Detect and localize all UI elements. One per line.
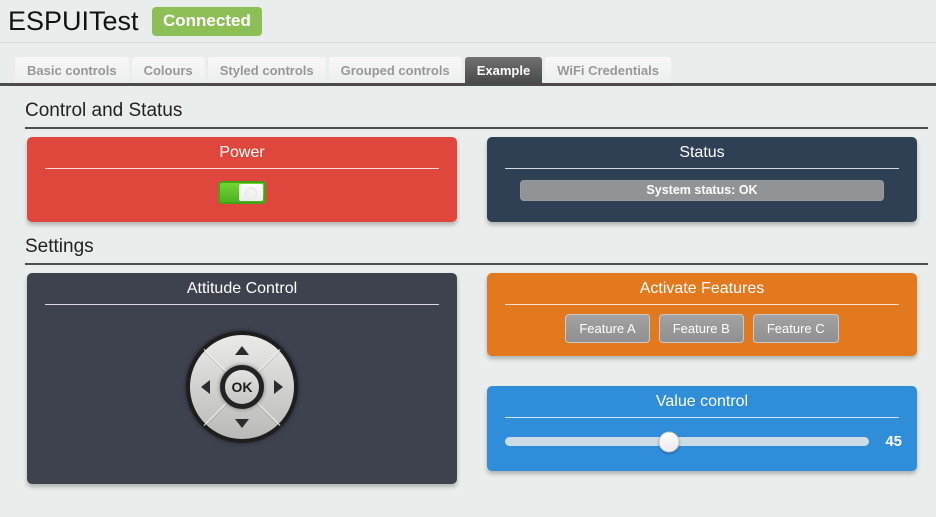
value-control-panel: Value control 45: [487, 386, 917, 471]
tab-grouped-controls[interactable]: Grouped controls: [329, 57, 462, 83]
tab-bar: Basic controls Colours Styled controls G…: [0, 57, 936, 86]
tab-basic-controls[interactable]: Basic controls: [15, 57, 129, 83]
slider-value-label: 45: [882, 433, 902, 450]
features-panel-title: Activate Features: [487, 273, 917, 298]
tab-styled-controls[interactable]: Styled controls: [208, 57, 326, 83]
power-switch-container: [27, 181, 457, 204]
feature-a-button[interactable]: Feature A: [565, 314, 649, 343]
section-divider: [25, 127, 928, 129]
attitude-panel-title: Attitude Control: [27, 273, 457, 298]
app-title: ESPUITest: [8, 6, 139, 37]
dpad-control[interactable]: OK: [186, 331, 298, 443]
section-divider: [25, 263, 928, 265]
power-toggle-switch[interactable]: [218, 181, 266, 204]
power-panel-title: Power: [27, 137, 457, 162]
panel-title-divider: [505, 168, 899, 169]
status-panel: Status System status: OK: [487, 137, 917, 222]
feature-b-button[interactable]: Feature B: [659, 314, 744, 343]
settings-right-column: Activate Features Feature A Feature B Fe…: [487, 273, 917, 484]
panel-title-divider: [505, 304, 899, 305]
dpad-up-arrow-button[interactable]: [235, 346, 249, 355]
section-title-settings: Settings: [25, 236, 928, 258]
panel-title-divider: [505, 417, 899, 418]
tab-example[interactable]: Example: [465, 57, 542, 83]
tab-colours[interactable]: Colours: [132, 57, 205, 83]
attitude-control-panel: Attitude Control OK: [27, 273, 457, 484]
power-panel: Power: [27, 137, 457, 222]
dpad-ok-button[interactable]: OK: [220, 365, 264, 409]
system-status-label: System status: OK: [520, 180, 884, 201]
settings-row: Attitude Control OK Activate Features Fe…: [27, 273, 917, 484]
control-status-row: Power Status System status: OK: [27, 137, 917, 222]
slider-row: 45: [505, 433, 902, 450]
dpad-left-arrow-button[interactable]: [201, 380, 210, 394]
activate-features-panel: Activate Features Feature A Feature B Fe…: [487, 273, 917, 356]
section-title-control-and-status: Control and Status: [25, 100, 928, 122]
value-slider[interactable]: [505, 437, 869, 446]
dpad-container: OK: [27, 305, 457, 443]
dpad-down-arrow-button[interactable]: [235, 419, 249, 428]
panel-title-divider: [45, 168, 439, 169]
connection-status-badge: Connected: [152, 7, 262, 36]
status-panel-title: Status: [487, 137, 917, 162]
dpad-right-arrow-button[interactable]: [274, 380, 283, 394]
power-toggle-knob[interactable]: [239, 184, 263, 201]
app-header: ESPUITest Connected: [0, 0, 936, 43]
slider-knob[interactable]: [658, 431, 679, 452]
value-panel-title: Value control: [487, 386, 917, 411]
feature-buttons-row: Feature A Feature B Feature C: [487, 314, 917, 343]
tab-wifi-credentials[interactable]: WiFi Credentials: [545, 57, 671, 83]
feature-c-button[interactable]: Feature C: [753, 314, 839, 343]
